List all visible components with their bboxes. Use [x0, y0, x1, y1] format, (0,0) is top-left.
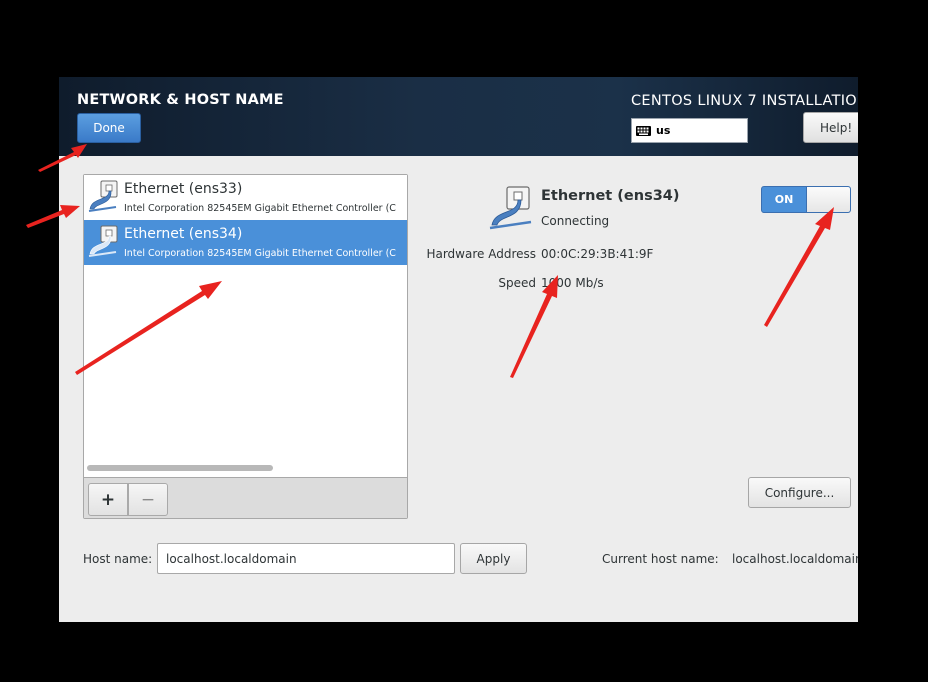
toggle-on-label: ON [774, 193, 794, 206]
screen: NETWORK & HOST NAME Done CENTOS LINUX 7 … [0, 0, 928, 682]
configure-button[interactable]: Configure... [748, 477, 851, 508]
ethernet-cable-icon [489, 186, 532, 230]
horizontal-scrollbar[interactable] [87, 465, 273, 471]
hostname-label: Host name: [83, 552, 153, 566]
ethernet-cable-icon [88, 225, 118, 257]
add-device-button[interactable]: + [88, 483, 128, 516]
keyboard-icon [636, 125, 651, 136]
installer-window: NETWORK & HOST NAME Done CENTOS LINUX 7 … [59, 77, 858, 622]
product-title: CENTOS LINUX 7 INSTALLATIO [631, 93, 858, 109]
speed-value: 1000 Mb/s [541, 276, 604, 290]
hardware-address-value: 00:0C:29:3B:41:9F [541, 247, 654, 261]
device-detail-name: Ethernet (ens34) [541, 188, 680, 204]
device-detail-status: Connecting [541, 214, 610, 228]
toggle-knob[interactable] [806, 187, 850, 212]
device-name: Ethernet (ens34) [124, 226, 243, 242]
speed-label: Speed [498, 276, 536, 290]
help-button[interactable]: Help! [803, 112, 858, 143]
device-name: Ethernet (ens33) [124, 181, 243, 197]
hardware-address-label: Hardware Address [426, 247, 536, 261]
device-row-ens33[interactable]: Ethernet (ens33) Intel Corporation 82545… [84, 175, 407, 220]
remove-device-button[interactable]: − [128, 483, 168, 516]
hostname-input[interactable] [157, 543, 455, 574]
apply-button[interactable]: Apply [460, 543, 527, 574]
header-bar: NETWORK & HOST NAME Done CENTOS LINUX 7 … [59, 77, 858, 156]
device-row-ens34[interactable]: Ethernet (ens34) Intel Corporation 82545… [84, 220, 407, 265]
current-hostname-label: Current host name: [602, 552, 719, 566]
spoke-title: NETWORK & HOST NAME [77, 92, 284, 108]
device-list-panel: Ethernet (ens33) Intel Corporation 82545… [83, 174, 408, 519]
current-hostname-value: localhost.localdomain [732, 552, 858, 566]
device-description: Intel Corporation 82545EM Gigabit Ethern… [124, 203, 396, 214]
device-description: Intel Corporation 82545EM Gigabit Ethern… [124, 248, 396, 259]
keyboard-layout-indicator[interactable]: us [631, 118, 748, 143]
keyboard-layout-label: us [656, 124, 671, 137]
done-button[interactable]: Done [77, 113, 141, 143]
device-list[interactable]: Ethernet (ens33) Intel Corporation 82545… [84, 175, 407, 477]
device-list-toolbar: + − [84, 477, 407, 518]
ethernet-cable-icon [88, 180, 118, 212]
connection-toggle[interactable]: ON [761, 186, 851, 213]
